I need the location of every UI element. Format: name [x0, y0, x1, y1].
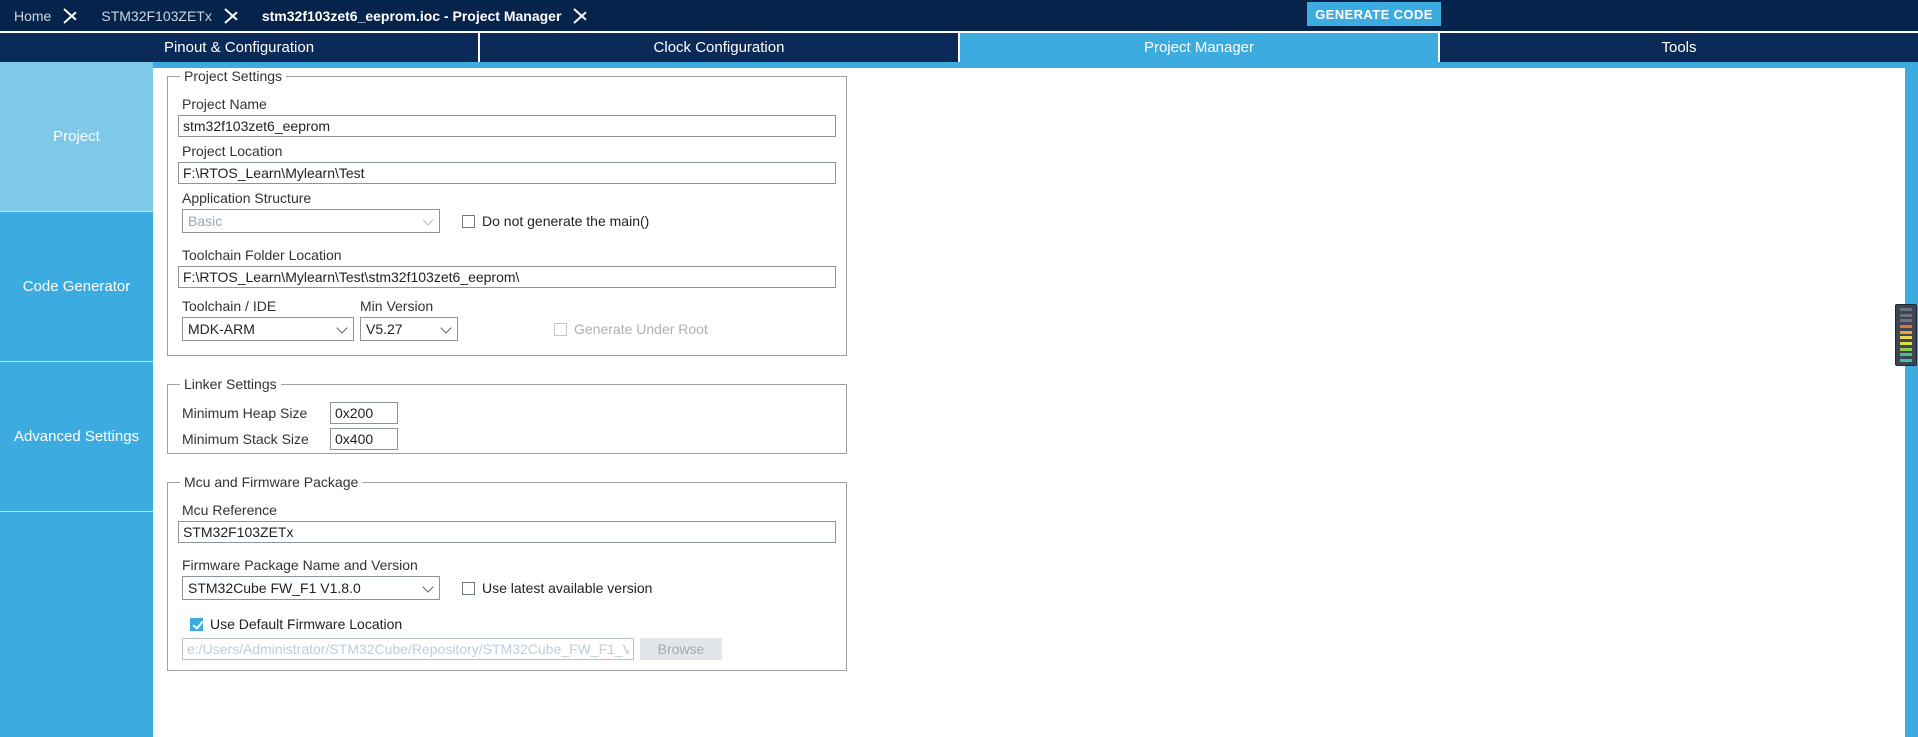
- min-version-value: V5.27: [366, 321, 403, 337]
- toolchain-ide-select[interactable]: MDK-ARM: [182, 317, 354, 341]
- chevron-down-icon: [336, 322, 348, 334]
- toolchain-ide-value: MDK-ARM: [188, 321, 255, 337]
- chevron-down-icon: [422, 581, 434, 593]
- toolchain-folder-location-input[interactable]: [178, 266, 836, 288]
- minimum-stack-size-input[interactable]: [330, 428, 398, 450]
- minimum-stack-size-label: Minimum Stack Size: [182, 431, 309, 447]
- tab-tools[interactable]: Tools: [1440, 33, 1918, 62]
- chevron-right-icon: [571, 0, 597, 31]
- sidebar-item-project[interactable]: Project: [0, 62, 153, 212]
- project-settings-group: Project Settings Project Name Project Lo…: [167, 68, 847, 356]
- application-structure-value: Basic: [188, 213, 223, 229]
- toolchain-folder-location-label: Toolchain Folder Location: [182, 247, 342, 263]
- minimum-heap-size-row: Minimum Heap Size: [182, 402, 836, 424]
- main-tab-bar: Pinout & Configuration Clock Configurati…: [0, 33, 1918, 62]
- breadcrumb-label: STM32F103ZETx: [101, 7, 212, 24]
- sidebar-item-advanced-settings[interactable]: Advanced Settings: [0, 362, 153, 512]
- tab-clock-configuration[interactable]: Clock Configuration: [480, 33, 960, 62]
- linker-settings-legend: Linker Settings: [184, 376, 277, 392]
- project-manager-body: Project Code Generator Advanced Settings…: [0, 62, 1918, 737]
- browse-button: Browse: [640, 638, 722, 660]
- breadcrumb-item-home[interactable]: Home: [0, 0, 61, 31]
- min-version-label: Min Version: [360, 298, 434, 314]
- project-manager-form: Project Settings Project Name Project Lo…: [167, 68, 847, 691]
- minimum-stack-size-row: Minimum Stack Size: [182, 428, 836, 450]
- checkbox-box-icon: [462, 581, 475, 595]
- mcu-firmware-package-legend: Mcu and Firmware Package: [184, 474, 359, 490]
- project-location-label: Project Location: [182, 143, 283, 159]
- tab-label: Clock Configuration: [653, 39, 785, 56]
- checkbox-box-icon: [554, 322, 567, 336]
- minimum-heap-size-label: Minimum Heap Size: [182, 405, 308, 421]
- tab-pinout-and-configuration[interactable]: Pinout & Configuration: [0, 33, 480, 62]
- mcu-firmware-package-group: Mcu and Firmware Package Mcu Reference F…: [167, 474, 847, 671]
- project-name-input[interactable]: [178, 115, 836, 137]
- chevron-down-icon: [440, 322, 452, 334]
- sidebar-item-code-generator[interactable]: Code Generator: [0, 212, 153, 362]
- generate-code-button[interactable]: GENERATE CODE: [1307, 2, 1441, 26]
- firmware-package-value: STM32Cube FW_F1 V1.8.0: [188, 580, 361, 596]
- project-location-input[interactable]: [178, 162, 836, 184]
- breadcrumb-label: stm32f103zet6_eeprom.ioc - Project Manag…: [261, 7, 562, 24]
- min-version-select[interactable]: V5.27: [360, 317, 458, 341]
- chevron-right-icon: [222, 0, 248, 31]
- project-name-label: Project Name: [182, 96, 267, 112]
- firmware-package-label: Firmware Package Name and Version: [182, 557, 418, 573]
- breadcrumb-label: Home: [14, 7, 52, 24]
- breadcrumb: Home STM32F103ZETx stm32f103zet6_eeprom.…: [0, 0, 1918, 31]
- generate-under-root-checkbox: Generate Under Root: [554, 321, 708, 337]
- minimum-heap-size-input[interactable]: [330, 402, 398, 424]
- firmware-location-path-input: [182, 638, 634, 660]
- do-not-generate-main-label: Do not generate the main(): [482, 213, 650, 229]
- chevron-right-icon: [61, 0, 87, 31]
- application-structure-select[interactable]: Basic: [182, 209, 440, 233]
- firmware-package-select[interactable]: STM32Cube FW_F1 V1.8.0: [182, 576, 440, 600]
- category-sidebar: Project Code Generator Advanced Settings: [0, 62, 153, 737]
- linker-settings-group: Linker Settings Minimum Heap Size Minimu…: [167, 376, 847, 454]
- breadcrumb-item-current[interactable]: stm32f103zet6_eeprom.ioc - Project Manag…: [248, 0, 572, 31]
- checkbox-box-icon: [190, 617, 203, 631]
- sidebar-item-empty: [0, 512, 153, 662]
- toolchain-ide-label: Toolchain / IDE: [182, 298, 277, 314]
- application-structure-label: Application Structure: [182, 190, 312, 206]
- checkbox-box-icon: [462, 214, 475, 228]
- sidebar-item-label: Project: [53, 128, 100, 145]
- use-latest-version-checkbox[interactable]: Use latest available version: [462, 580, 652, 596]
- mcu-reference-label: Mcu Reference: [182, 502, 277, 518]
- tab-project-manager[interactable]: Project Manager: [960, 33, 1440, 62]
- use-latest-version-label: Use latest available version: [482, 580, 653, 596]
- right-accent-bar: [1905, 62, 1918, 737]
- sidebar-item-label: Advanced Settings: [13, 428, 140, 445]
- mcu-reference-input[interactable]: [178, 521, 836, 543]
- use-default-firmware-location-label: Use Default Firmware Location: [210, 616, 403, 632]
- chevron-down-icon: [422, 214, 434, 226]
- sidebar-item-label: Code Generator: [22, 278, 131, 295]
- project-settings-legend: Project Settings: [184, 68, 283, 84]
- generate-under-root-label: Generate Under Root: [574, 321, 708, 337]
- use-default-firmware-location-checkbox[interactable]: Use Default Firmware Location: [190, 616, 402, 632]
- tab-label: Tools: [1661, 39, 1697, 56]
- level-gauge-icon: [1895, 304, 1917, 366]
- tab-label: Pinout & Configuration: [163, 39, 315, 56]
- tab-label: Project Manager: [1143, 39, 1255, 56]
- do-not-generate-main-checkbox[interactable]: Do not generate the main(): [462, 213, 649, 229]
- breadcrumb-item-mcu[interactable]: STM32F103ZETx: [87, 0, 221, 31]
